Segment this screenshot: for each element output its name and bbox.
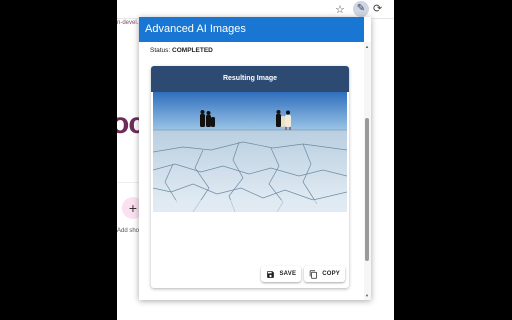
- popup-title: Advanced AI Images: [139, 17, 364, 42]
- extension-popup: Advanced AI Images Status: COMPLETED Res…: [139, 17, 371, 300]
- copy-button[interactable]: COPY: [304, 266, 345, 282]
- result-image: [153, 92, 347, 212]
- scroll-up-arrow-icon[interactable]: ▲: [365, 44, 369, 49]
- add-shortcut-label: Add sho: [117, 228, 140, 234]
- popup-scrollbar[interactable]: ▲ ▼: [364, 42, 371, 300]
- status-label: Status:: [150, 47, 171, 54]
- background-divider: [117, 182, 141, 183]
- status-value: COMPLETED: [172, 47, 213, 54]
- scroll-down-arrow-icon[interactable]: ▼: [365, 293, 369, 298]
- scroll-thumb[interactable]: [365, 118, 369, 261]
- save-button[interactable]: SAVE: [261, 266, 302, 282]
- status-line: Status: COMPLETED: [150, 47, 213, 54]
- extension-icon[interactable]: ✎: [353, 1, 369, 17]
- copy-label: COPY: [322, 271, 340, 277]
- card-actions: SAVE COPY: [261, 266, 345, 282]
- card-title: Resulting Image: [151, 66, 349, 92]
- star-icon[interactable]: ☆: [335, 3, 345, 16]
- save-icon: [267, 270, 275, 278]
- reload-icon[interactable]: ⟳: [373, 2, 382, 15]
- copy-icon: [309, 269, 318, 279]
- result-card: Resulting Image SAVE COPY: [151, 66, 349, 288]
- save-label: SAVE: [279, 271, 297, 277]
- background-link[interactable]: n-devel...: [117, 20, 142, 26]
